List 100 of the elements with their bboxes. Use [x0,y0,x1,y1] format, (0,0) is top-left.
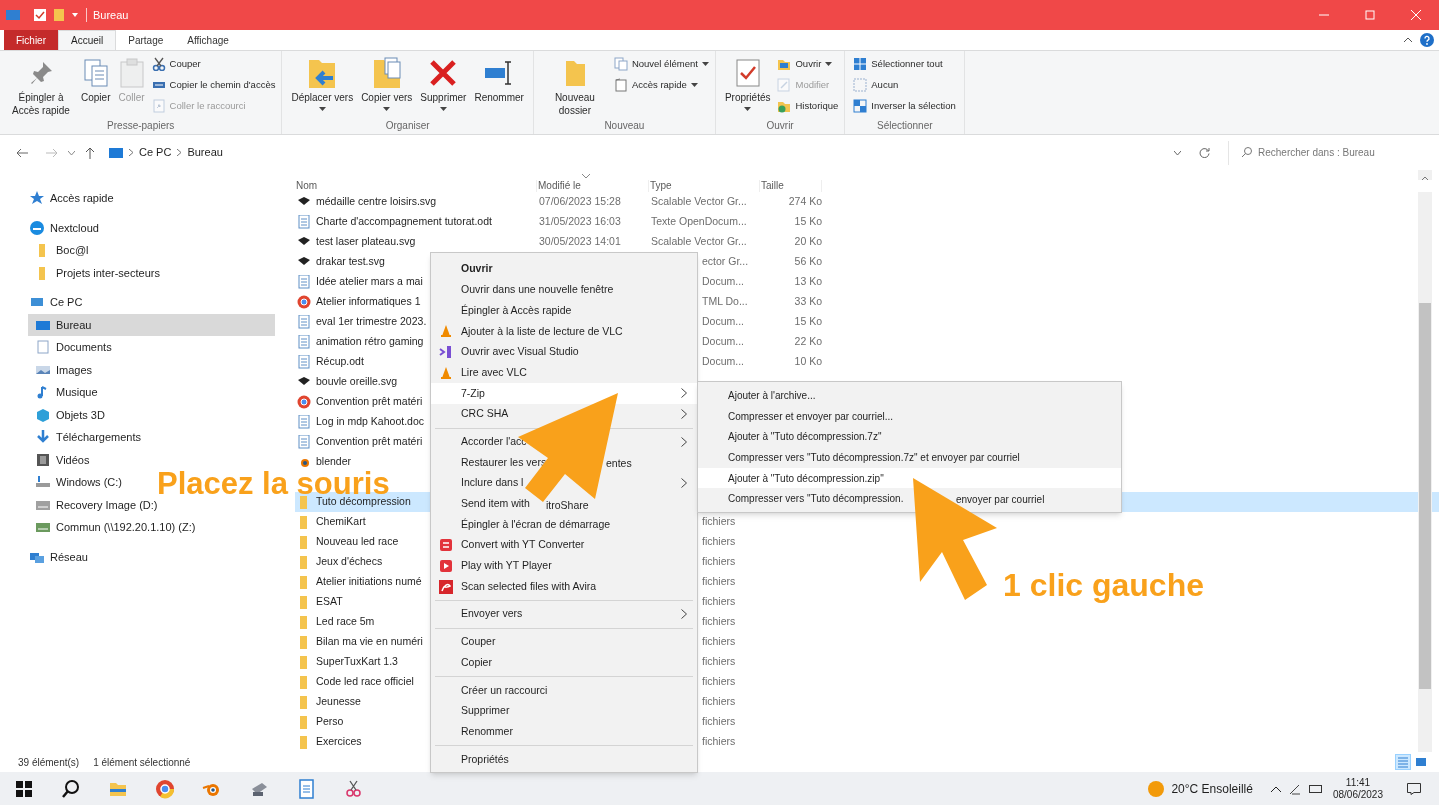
menu-item[interactable]: Copier [431,652,697,674]
file-name[interactable]: eval 1er trimestre 2023. [316,314,427,330]
sidebar-item[interactable]: Projets inter-secteurs [28,261,164,284]
column-header[interactable]: Taille [761,180,784,191]
address-field[interactable]: Ce PC Bureau [105,140,1218,165]
file-name[interactable]: test laser plateau.svg [316,234,416,250]
file-name[interactable]: Atelier informatiques 1 [316,294,421,310]
menu-item[interactable]: Inclure dans l [431,472,697,494]
ribbon-tab[interactable]: Partage [116,30,176,50]
menu-item[interactable]: CRC SHA [431,403,697,425]
ribbon-button[interactable]: Copier [78,55,114,104]
file-name[interactable]: Perso [316,714,344,730]
file-name[interactable]: ChemiKart [316,514,366,530]
sidebar-item[interactable]: Bureau [28,313,275,336]
sidebar-item[interactable]: Images [28,358,97,381]
menu-item[interactable]: Convert with YT Converter [431,534,697,556]
file-menu-button[interactable]: Fichier [4,30,58,50]
search-field[interactable]: Rechercher dans : Bureau [1258,141,1418,164]
breadcrumb-item[interactable]: Ce PC [139,144,172,161]
menu-item[interactable]: Épingler à l'écran de démarrage [431,514,697,535]
ribbon-button[interactable]: Ouvrir [777,55,839,73]
sidebar-item[interactable]: Windows (C:) [28,471,126,494]
column-header[interactable]: Modifié le [538,180,581,191]
ribbon-tab[interactable]: Accueil [58,30,117,50]
menu-item[interactable]: 7-Zip [431,383,697,404]
menu-item[interactable]: Compresser vers "Tuto décompression.7z" et envoyer par courriel [698,447,1121,468]
sidebar-item[interactable]: Vidéos [28,448,94,471]
file-name[interactable]: drakar test.svg [316,254,385,270]
menu-item[interactable]: Ajouter à l'archive... [698,385,1121,406]
file-name[interactable]: animation rétro gaming [316,334,424,350]
column-header[interactable]: Type [650,180,672,191]
file-name[interactable]: Jeux d'échecs [316,554,383,570]
ribbon-button[interactable]: Supprimer [417,55,470,111]
menu-item[interactable]: Ouvrir dans une nouvelle fenêtre [431,279,697,301]
ribbon-button[interactable]: Historique [777,97,839,115]
ribbon-button[interactable]: Épingler à Accès rapide [6,55,76,117]
sidebar-item[interactable]: Téléchargements [28,426,145,449]
menu-item[interactable]: Propriétés [431,749,697,770]
ribbon-button[interactable]: Inverser la sélection [853,97,956,115]
file-name[interactable]: Convention prêt matéri [316,434,423,450]
menu-item[interactable]: Renommer [431,721,697,743]
menu-item[interactable]: Lire avec VLC [431,362,697,384]
file-name[interactable]: Jeunesse [316,694,361,710]
menu-item[interactable]: Ouvrir avec Visual Studio [431,341,697,363]
file-name[interactable]: Led race 5m [316,614,375,630]
file-name[interactable]: Idée atelier mars a mai [316,274,423,290]
menu-item[interactable]: Couper [431,631,697,653]
ribbon-button[interactable]: Aucun [853,76,956,94]
sidebar-item[interactable]: Nextcloud [28,216,103,239]
file-name[interactable]: Log in mdp Kahoot.doc [316,414,424,430]
ribbon-button[interactable]: Nouvel élément [613,55,709,73]
scrollbar-thumb[interactable] [1419,303,1431,689]
file-name[interactable]: bouvle oreille.svg [316,374,398,390]
file-name[interactable]: Exercices [316,734,362,750]
sidebar-item[interactable]: Objets 3D [28,403,109,426]
clock-date[interactable]: 08/06/2023 [1332,788,1383,801]
file-name[interactable]: médaille centre loisirs.svg [316,194,437,210]
ribbon-button[interactable]: Renommer [471,55,527,104]
ribbon-button[interactable]: Couper [151,55,276,73]
breadcrumb-item[interactable]: Bureau [187,144,223,161]
menu-item[interactable]: Ajouter à la liste de lecture de VLC [431,321,697,342]
menu-item[interactable]: Ajouter à "Tuto décompression.zip" [698,467,1121,489]
sidebar-item[interactable]: Commun (\\192.20.1.10) (Z:) [28,516,200,539]
sidebar-item[interactable]: Réseau [28,545,92,568]
sidebar-item[interactable]: Accès rapide [28,187,118,210]
ribbon-button[interactable]: Copier vers [358,55,416,111]
file-name[interactable]: Charte d'accompagnement tutorat.odt [316,214,492,230]
ribbon-button[interactable]: Déplacer vers [288,55,357,111]
menu-item[interactable]: Envoyer vers [431,604,697,625]
file-name[interactable]: Nouveau led race [316,534,399,550]
ribbon-button[interactable]: Nouveau dossier [539,55,610,117]
menu-item[interactable]: Compresser vers "Tuto décompression. envoyer par courriel [698,488,1121,510]
file-name[interactable]: Code led race officiel [316,674,414,690]
ribbon-button[interactable]: Propriétés [721,55,774,111]
file-name[interactable]: blender [316,454,352,470]
file-name[interactable]: Tuto décompression [316,494,411,510]
menu-item[interactable]: Scan selected files with Avira [431,576,697,597]
clock-time[interactable]: 11:41 [1345,776,1371,789]
scrollbar[interactable] [1418,170,1432,752]
file-name[interactable]: Atelier initiations numé [316,574,422,590]
ribbon-button[interactable]: Copier le chemin d'accès [151,76,276,94]
file-name[interactable]: Récup.odt [316,354,364,370]
file-name[interactable]: SuperTuxKart 1.3 [316,654,398,670]
menu-item[interactable]: Supprimer [431,700,697,722]
sidebar-item[interactable]: Recovery Image (D:) [28,493,162,516]
weather-text[interactable]: 20°C Ensoleillé [1171,779,1253,798]
menu-item[interactable]: Ouvrir [431,259,697,280]
menu-item[interactable]: Compresser et envoyer par courriel... [698,405,1121,427]
sidebar-item[interactable]: Boc@l [28,239,93,262]
file-name[interactable]: Bilan ma vie en numéri [316,634,423,650]
sidebar-item[interactable]: Documents [28,336,116,359]
ribbon-tab[interactable]: Affichage [175,30,241,50]
ribbon-button[interactable]: Accès rapide [613,76,709,94]
sidebar-item[interactable]: Musique [28,381,102,404]
menu-item[interactable]: Ajouter à "Tuto décompression.7z" [698,426,1121,448]
menu-item[interactable]: Épingler à Accès rapide [431,300,697,322]
file-name[interactable]: Convention prêt matéri [316,394,423,410]
menu-item[interactable]: Send item with itroShare [431,493,697,515]
column-header[interactable]: Nom [296,180,318,191]
ribbon-button[interactable]: Sélectionner tout [853,55,956,73]
